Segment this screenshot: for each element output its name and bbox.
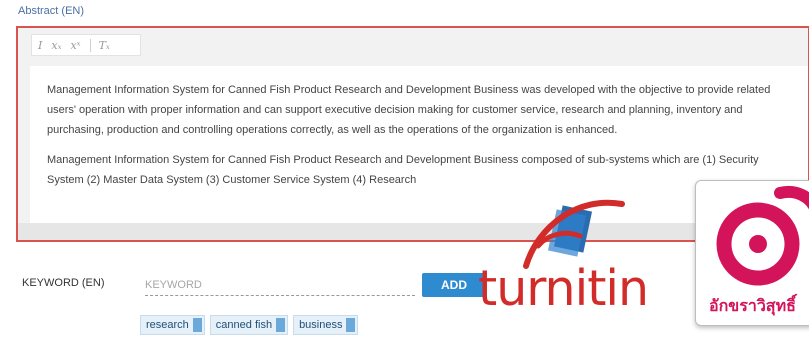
keyword-tag-label: canned fish — [215, 319, 273, 331]
keyword-label: KEYWORD (EN) — [22, 277, 105, 289]
editor-toolbar: I xₓ xˣ Tₓ — [31, 34, 141, 56]
keyword-tag-label: research — [146, 319, 189, 331]
turnitin-logo: turnitin — [478, 186, 698, 326]
akkhara-wisut-logo: อักขราวิสุทธิ์ — [695, 180, 809, 326]
italic-button[interactable]: I — [38, 39, 42, 52]
keyword-tag: research — [140, 315, 205, 335]
akkhara-wisut-wordmark: อักขราวิสุทธิ์ — [709, 298, 796, 315]
keyword-tag-label: business — [299, 319, 343, 331]
clear-format-button[interactable]: Tₓ — [99, 39, 110, 52]
abstract-label: Abstract (EN) — [18, 5, 85, 17]
add-keyword-button[interactable]: ADD — [422, 273, 486, 297]
abstract-paragraph-2: Management Information System for Canned… — [47, 154, 759, 186]
abstract-paragraph-1: Management Information System for Canned… — [47, 84, 771, 136]
keyword-input[interactable] — [145, 274, 415, 296]
superscript-button[interactable]: xˣ — [70, 39, 80, 52]
keyword-tag: business — [293, 315, 359, 335]
toolbar-divider — [89, 38, 91, 52]
spiral-logo-icon — [716, 186, 809, 286]
remove-tag-icon[interactable] — [192, 318, 202, 332]
keyword-tag: canned fish — [209, 315, 289, 335]
subscript-button[interactable]: xₓ — [51, 39, 61, 52]
remove-tag-icon[interactable] — [346, 318, 356, 332]
keyword-tags: research canned fish business — [140, 315, 363, 335]
remove-tag-icon[interactable] — [276, 318, 286, 332]
turnitin-wordmark: turnitin — [478, 260, 649, 317]
